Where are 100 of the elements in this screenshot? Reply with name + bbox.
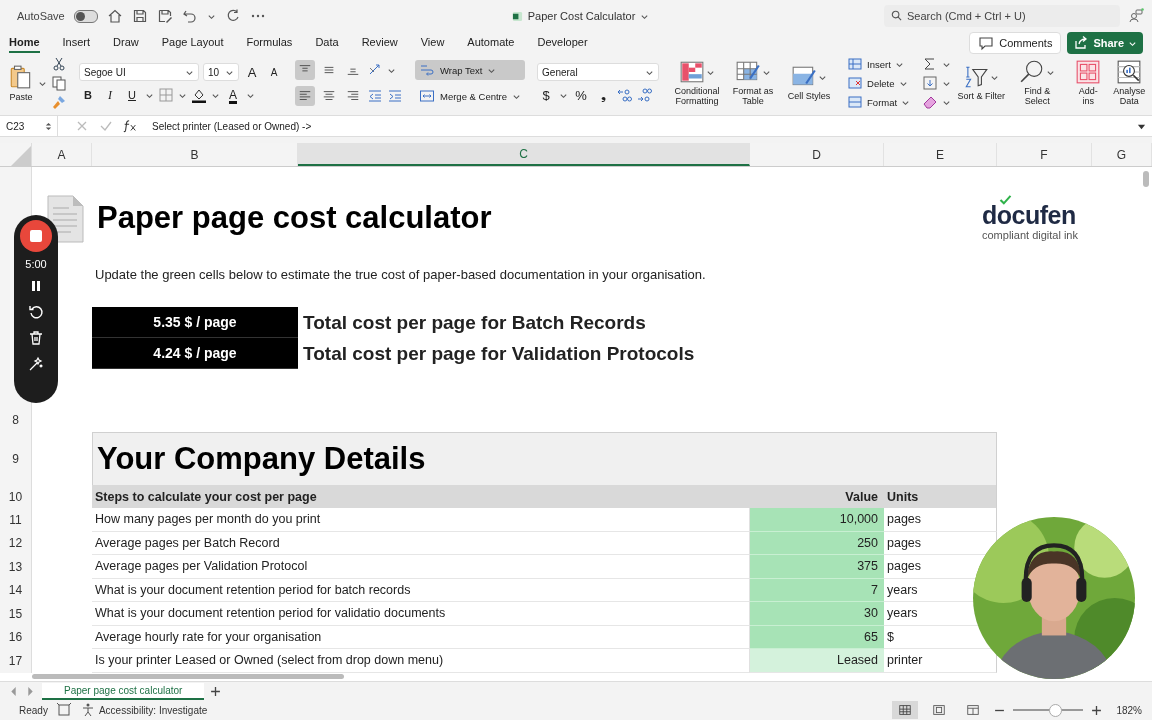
ribbon-tab[interactable]: Page Layout <box>161 33 224 53</box>
delete-cells-button[interactable]: Delete <box>847 75 911 91</box>
input-cell[interactable]: 7 <box>750 578 884 602</box>
name-box[interactable]: C23 <box>0 116 58 136</box>
table-cell: What is your document retention period for validatio documents <box>92 602 750 626</box>
ribbon-tab[interactable]: Review <box>361 33 398 53</box>
comments-button[interactable]: Comments <box>969 32 1062 54</box>
row-number[interactable]: 17 <box>0 649 32 673</box>
sheet-tab[interactable]: Paper page cost calculator <box>42 682 205 700</box>
input-cell[interactable]: 10,000 <box>750 508 884 532</box>
sort-filter-button[interactable]: Sort & Filter <box>955 64 1008 102</box>
column-header[interactable]: F <box>997 143 1092 166</box>
conditional-formatting-button[interactable]: Conditional Formatting <box>671 59 724 107</box>
row-number[interactable]: 11 <box>0 508 32 532</box>
input-cell[interactable]: 30 <box>750 602 884 626</box>
column-header[interactable]: A <box>32 143 92 166</box>
row-number[interactable]: 14 <box>0 578 32 602</box>
add-sheet-icon[interactable] <box>210 685 222 697</box>
ribbon-tab[interactable]: Insert <box>62 33 91 53</box>
scroll-thumb[interactable] <box>1143 171 1149 187</box>
cell-styles-button[interactable]: Cell Styles <box>783 64 836 102</box>
comma-style-button[interactable]: ❟ <box>594 87 613 103</box>
merge-centre-button[interactable]: Merge & Centre <box>415 86 526 106</box>
column-header[interactable]: D <box>750 143 884 166</box>
decrease-font-button[interactable]: A <box>265 66 283 78</box>
ribbon-tab[interactable]: Automate <box>467 33 515 53</box>
macro-recorder-icon[interactable] <box>55 702 72 718</box>
document-title[interactable]: Paper Cost Calculator <box>527 10 636 22</box>
column-header[interactable]: G <box>1092 143 1152 166</box>
function-icon[interactable] <box>122 118 138 134</box>
format-as-table-button[interactable]: Format as Table <box>727 59 780 107</box>
home-icon[interactable] <box>106 8 123 24</box>
align-top-button[interactable] <box>295 60 315 80</box>
normal-view-button[interactable] <box>892 701 919 719</box>
ribbon-tab[interactable]: Draw <box>113 33 139 53</box>
zoom-in-icon[interactable] <box>1091 704 1103 716</box>
font-name-dropdown[interactable]: Segoe UI <box>79 63 199 81</box>
percent-button[interactable]: % <box>572 87 591 103</box>
row-number[interactable]: 13 <box>0 555 32 579</box>
sparkle-icon[interactable] <box>28 356 44 372</box>
save-edit-icon[interactable] <box>156 8 173 24</box>
insert-cells-button[interactable]: Insert <box>847 56 911 72</box>
fill-color-icon[interactable] <box>191 87 207 103</box>
formula-text[interactable]: Select printer (Leased or Owned) -> <box>152 120 1129 132</box>
restart-icon[interactable] <box>28 304 44 320</box>
increase-font-button[interactable]: A <box>243 64 261 80</box>
input-cell[interactable]: 65 <box>750 625 884 649</box>
row-number[interactable]: 15 <box>0 602 32 626</box>
delete-cells-icon <box>847 75 864 91</box>
analyse-data-button[interactable]: Analyse Data <box>1113 59 1146 107</box>
input-cell[interactable]: Leased <box>750 649 884 673</box>
share-button[interactable]: Share <box>1067 32 1143 54</box>
find-select-button[interactable]: Find & Select <box>1011 59 1064 107</box>
save-icon[interactable] <box>131 8 148 24</box>
add-ins-button[interactable]: Add-ins <box>1075 59 1102 107</box>
row-number[interactable]: 9 <box>0 432 32 485</box>
column-header[interactable]: E <box>884 143 997 166</box>
wrap-text-icon <box>419 62 435 78</box>
scroll-thumb[interactable] <box>32 674 344 679</box>
scissors-icon[interactable] <box>51 56 67 72</box>
previous-sheet-icon[interactable] <box>8 685 19 697</box>
column-heading: Units <box>884 485 997 508</box>
undo-icon[interactable] <box>181 8 198 24</box>
page-break-icon <box>966 703 981 717</box>
number-format-dropdown[interactable]: General <box>537 63 660 81</box>
ribbon-tab[interactable]: View <box>420 33 445 53</box>
ribbon-tab[interactable]: Data <box>315 33 339 53</box>
zoom-level[interactable]: 182% <box>1116 704 1142 716</box>
autosave-toggle[interactable] <box>73 9 98 23</box>
copy-icon[interactable] <box>51 75 67 91</box>
ribbon-tab[interactable]: Formulas <box>246 33 293 53</box>
currency-button[interactable]: $ <box>537 87 556 103</box>
trash-icon[interactable] <box>28 330 44 346</box>
eraser-icon[interactable] <box>922 94 939 110</box>
increase-decimal-icon[interactable] <box>616 87 633 103</box>
next-sheet-icon[interactable] <box>25 685 36 697</box>
people-icon[interactable] <box>1128 8 1144 24</box>
font-size-dropdown[interactable]: 10 <box>203 63 239 81</box>
input-cell[interactable]: 250 <box>750 531 884 555</box>
stop-button[interactable] <box>20 220 52 252</box>
paste-button[interactable]: Paste <box>8 64 34 102</box>
input-cell[interactable]: 375 <box>750 555 884 579</box>
column-header[interactable]: C <box>298 143 750 166</box>
accessibility-button[interactable]: Accessibility: Investigate <box>79 702 208 718</box>
align-left-button[interactable] <box>295 86 315 106</box>
search-field[interactable]: Search (Cmd + Ctrl + U) <box>884 5 1120 27</box>
row-number[interactable]: 12 <box>0 531 32 555</box>
format-cells-button[interactable]: Format <box>847 94 911 110</box>
underline-button[interactable]: U <box>123 89 141 101</box>
ribbon-tab[interactable]: Home <box>9 33 40 53</box>
wrap-text-button[interactable]: Wrap Text <box>415 60 526 80</box>
font-color-button[interactable]: A <box>224 88 242 102</box>
decrease-decimal-icon[interactable] <box>636 87 653 103</box>
column-heading: Value <box>750 485 884 508</box>
bold-button[interactable]: B <box>79 89 97 101</box>
ribbon-tab[interactable]: Developer <box>537 33 588 53</box>
italic-button[interactable]: I <box>101 87 119 103</box>
row-number[interactable]: 10 <box>0 485 32 508</box>
checkmark-icon <box>999 195 1012 205</box>
row-number[interactable]: 16 <box>0 625 32 649</box>
